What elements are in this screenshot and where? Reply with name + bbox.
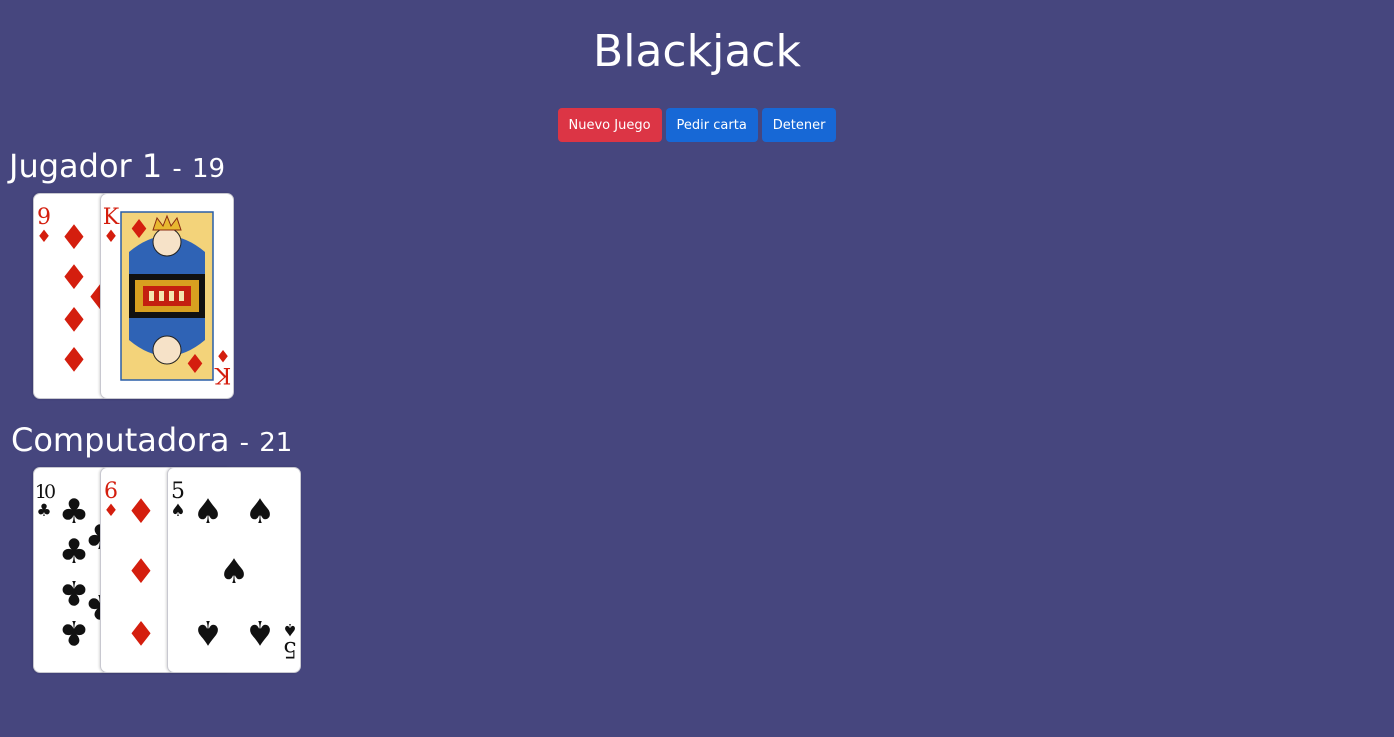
new-game-button[interactable]: Nuevo Juego bbox=[557, 108, 662, 142]
card-suit: ♦ bbox=[215, 345, 230, 365]
suit-pip: ♦ bbox=[59, 338, 89, 378]
computer-score: 21 bbox=[259, 428, 293, 458]
suit-pip: ♣ bbox=[59, 612, 89, 652]
suit-pip: ♠ bbox=[193, 612, 223, 652]
card-suit: ♦ bbox=[36, 227, 51, 247]
playing-card: ♦ ♦ K ♦ K ♦ bbox=[100, 193, 234, 399]
suit-pip: ♣ bbox=[59, 532, 89, 572]
card-face: ♠ ♠♠♠ ♠5♠5♠ bbox=[170, 479, 297, 661]
player-score: 19 bbox=[191, 154, 226, 184]
suit-pip: ♠ bbox=[245, 492, 275, 532]
suit-pip: ♠ bbox=[193, 492, 223, 532]
suit-pip: ♦ bbox=[126, 552, 156, 592]
card-face: ♦♦K♦K♦ bbox=[103, 205, 231, 387]
suit-pip: ♦ bbox=[126, 612, 156, 652]
suit-pip: ♦ bbox=[59, 298, 89, 338]
suit-pip: ♦ bbox=[127, 215, 150, 245]
player-hand: ♦♦♦♦♦♦♦♦♦9♦9♦♦♦K♦K♦ bbox=[33, 193, 235, 399]
computer-name: Computadora bbox=[11, 421, 230, 459]
score-separator: - bbox=[172, 154, 182, 184]
suit-pip: ♣ bbox=[59, 572, 89, 612]
computer-hand: ♣♣♣♣♣♣♣♣♣♣10♣10♣♦♦♦♦♦♦6♦6♦♠♠♠♠♠5♠5♠ bbox=[33, 467, 302, 673]
suit-pip: ♠ bbox=[219, 552, 249, 592]
page-title: Blackjack bbox=[593, 26, 801, 77]
score-separator: - bbox=[239, 428, 250, 458]
playing-card: ♠ ♠ ♠ ♠ ♠ 5 ♠ 5 ♠ bbox=[167, 467, 301, 673]
card-suit: ♣ bbox=[36, 501, 51, 521]
hit-button[interactable]: Pedir carta bbox=[665, 108, 758, 142]
suit-pip: ♦ bbox=[183, 347, 206, 377]
card-suit: ♠ bbox=[282, 619, 297, 639]
stand-button[interactable]: Detener bbox=[761, 108, 837, 142]
suit-pip: ♠ bbox=[245, 612, 275, 652]
game-controls: Nuevo Juego Pedir carta Detener bbox=[0, 108, 1394, 142]
computer-heading: Computadora - 21 bbox=[11, 420, 292, 463]
player-heading: Jugador 1 - 19 bbox=[9, 146, 225, 189]
card-suit: ♠ bbox=[170, 501, 185, 521]
card-rank: 10 bbox=[35, 481, 55, 503]
player-name: Jugador 1 bbox=[9, 147, 163, 185]
suit-pip: ♦ bbox=[59, 218, 89, 258]
card-suit: ♦ bbox=[103, 501, 118, 521]
card-suit: ♦ bbox=[103, 227, 118, 247]
suit-pip: ♦ bbox=[126, 492, 156, 532]
